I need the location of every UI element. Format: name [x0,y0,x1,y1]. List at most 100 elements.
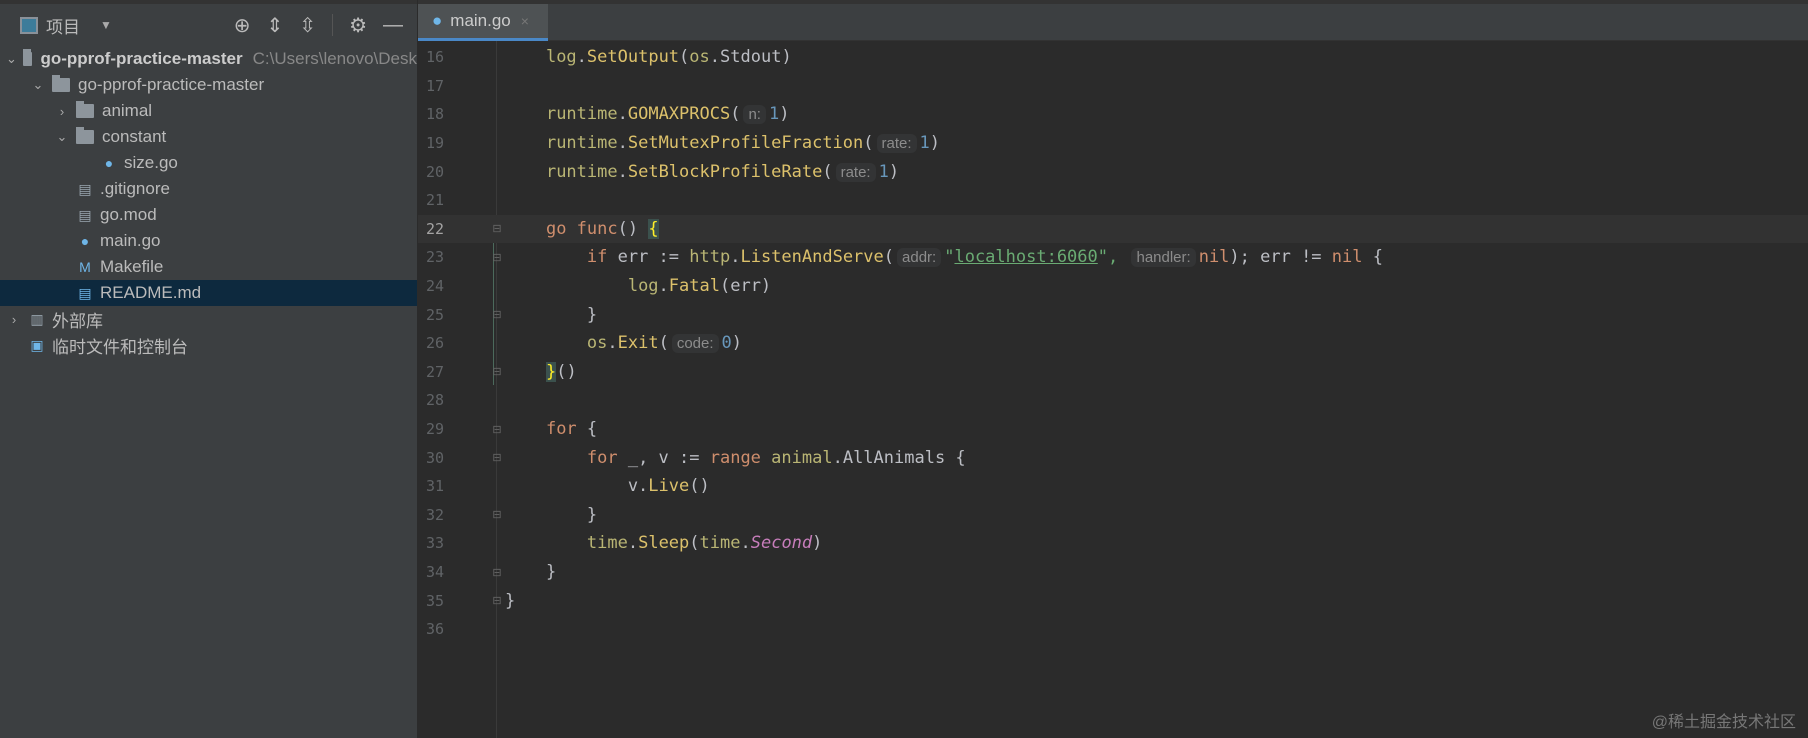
code-text: if err := http.ListenAndServe(addr: "loca… [505,247,1383,268]
line-number: 16 [426,48,445,67]
tree-item[interactable]: › animal [0,98,417,124]
tree-item[interactable]: › ▥ 外部库 [0,306,417,332]
tree-item[interactable]: ▤ README.md [0,280,417,306]
code-line[interactable]: 34 ⊟ } [418,558,1808,587]
unfold-end-icon[interactable]: ⊟ [487,308,507,321]
fold-icon[interactable]: ⊟ [487,222,507,235]
tree-item[interactable]: M Makefile [0,254,417,280]
project-view-icon [20,16,38,34]
parameter-hint: rate: [835,162,876,182]
code-line[interactable]: 24 log.Fatal(err) [418,272,1808,301]
code-token: { [1362,247,1383,268]
code-token: ( [679,47,690,68]
code-line[interactable]: 32 ⊟ } [418,501,1808,530]
code-line[interactable]: 29 ⊟ for { [418,415,1808,444]
line-number: 18 [426,105,445,124]
gear-icon[interactable]: ⚙ [349,13,367,38]
code-line[interactable]: 26 os.Exit(code: 0) [418,329,1808,358]
chevron-down-icon[interactable]: ⌄ [54,129,70,145]
code-token: ( [822,161,833,182]
locate-icon[interactable]: ⊕ [234,13,251,38]
expand-all-icon[interactable]: ⇕ [267,13,284,38]
chevron-right-icon[interactable]: › [54,104,70,119]
unfold-end-icon[interactable]: ⊟ [487,594,507,607]
tree-item-label: Makefile [100,257,164,276]
code-line[interactable]: 22 ⊟ go func() { [418,214,1808,244]
tree-item[interactable]: ● size.go [0,150,417,176]
collapse-all-icon[interactable]: ⇳ [299,13,316,38]
code-token: . [607,333,618,354]
code-line[interactable]: 36 [418,615,1808,644]
code-token: GOMAXPROCS [627,104,731,125]
minimize-icon[interactable]: — [383,14,403,37]
chevron-down-icon[interactable]: ⌄ [6,51,17,67]
code-line[interactable]: 19 runtime.SetMutexProfileFraction(rate:… [418,129,1808,158]
code-line[interactable]: 17 [418,72,1808,101]
folder-icon [52,75,70,92]
tree-item[interactable]: ▤ go.mod [0,202,417,228]
code-token: 1 [919,133,930,154]
code-token: Fatal [668,276,720,297]
code-token: time [586,533,628,554]
code-editor[interactable]: 16 log.SetOutput(os.Stdout) 17 18 runtime.… [418,41,1808,738]
tree-item[interactable]: ⌄ constant [0,124,417,150]
code-line[interactable]: 25 ⊟ } [418,300,1808,329]
tree-item[interactable]: ▤ .gitignore [0,176,417,202]
unfold-end-icon[interactable]: ⊟ [487,508,507,521]
line-number: 21 [426,191,445,210]
code-line[interactable]: 33 time.Sleep(time.Second) [418,529,1808,558]
tab-main-go[interactable]: ● main.go × [418,4,548,41]
project-panel-title[interactable]: 项目 [46,13,80,38]
code-token: () [689,476,710,497]
line-number: 25 [426,305,445,324]
parameter-hint: n: [743,105,766,125]
code-line[interactable]: 16 log.SetOutput(os.Stdout) [418,43,1808,72]
go-file-icon: ● [80,233,90,249]
code-token: . [576,47,587,68]
close-icon[interactable]: × [521,13,529,29]
code-line[interactable]: 23 ⊟ if err := http.ListenAndServe(addr: "… [418,243,1808,272]
code-line[interactable]: 18 runtime.GOMAXPROCS(n: 1) [418,100,1808,129]
fold-icon[interactable]: ⊟ [487,251,507,264]
fold-icon[interactable]: ⊟ [487,451,507,464]
mod-file-icon: ▤ [78,206,92,223]
unfold-end-icon[interactable]: ⊟ [487,566,507,579]
tree-item[interactable]: ● main.go [0,228,417,254]
code-token: AllAnimals [842,447,946,468]
chevron-right-icon[interactable]: › [6,312,22,327]
code-token: nil [1198,247,1230,268]
code-text: } [505,562,556,582]
unfold-end-icon[interactable]: ⊟ [487,365,507,378]
code-line[interactable]: 20 runtime.SetBlockProfileRate(rate: 1) [418,157,1808,186]
code-line[interactable]: 27 ⊟ }() [418,358,1808,387]
chevron-down-icon[interactable]: ⌄ [30,77,46,93]
code-line[interactable]: 35 ⊟} [418,586,1808,615]
code-token: . [617,161,628,182]
code-token: os [689,47,710,68]
code-token: ( [883,247,895,268]
tree-item[interactable]: ⌄ go-pprof-practice-master C:\Users\lenovo… [0,46,417,72]
line-number: 26 [426,334,445,353]
code-token: Live [648,476,690,497]
code-token: . [617,104,628,125]
code-line[interactable]: 30 ⊟ for _, v := range animal.AllAnimals … [418,443,1808,472]
code-line[interactable]: 21 [418,186,1808,215]
code-token: _, v := [627,447,710,468]
code-text: runtime.SetMutexProfileFraction(rate: 1) [505,133,940,154]
chevron-down-icon[interactable]: ▼ [100,18,112,32]
fold-icon[interactable]: ⊟ [487,423,507,436]
tree-item-label: 临时文件和控制台 [52,337,188,357]
code-text: for { [505,419,597,439]
code-line[interactable]: 28 [418,386,1808,415]
folder-icon [76,101,94,118]
project-path: C:\Users\lenovo\Desk [252,49,417,68]
tree-item[interactable]: ⌄ go-pprof-practice-master [0,72,417,98]
code-token: ListenAndServe [740,247,884,268]
code-token: Exit [617,333,659,354]
code-line[interactable]: 31 v.Live() [418,472,1808,501]
tree-item[interactable]: ▣ 临时文件和控制台 [0,332,417,358]
code-token: . [627,533,639,554]
